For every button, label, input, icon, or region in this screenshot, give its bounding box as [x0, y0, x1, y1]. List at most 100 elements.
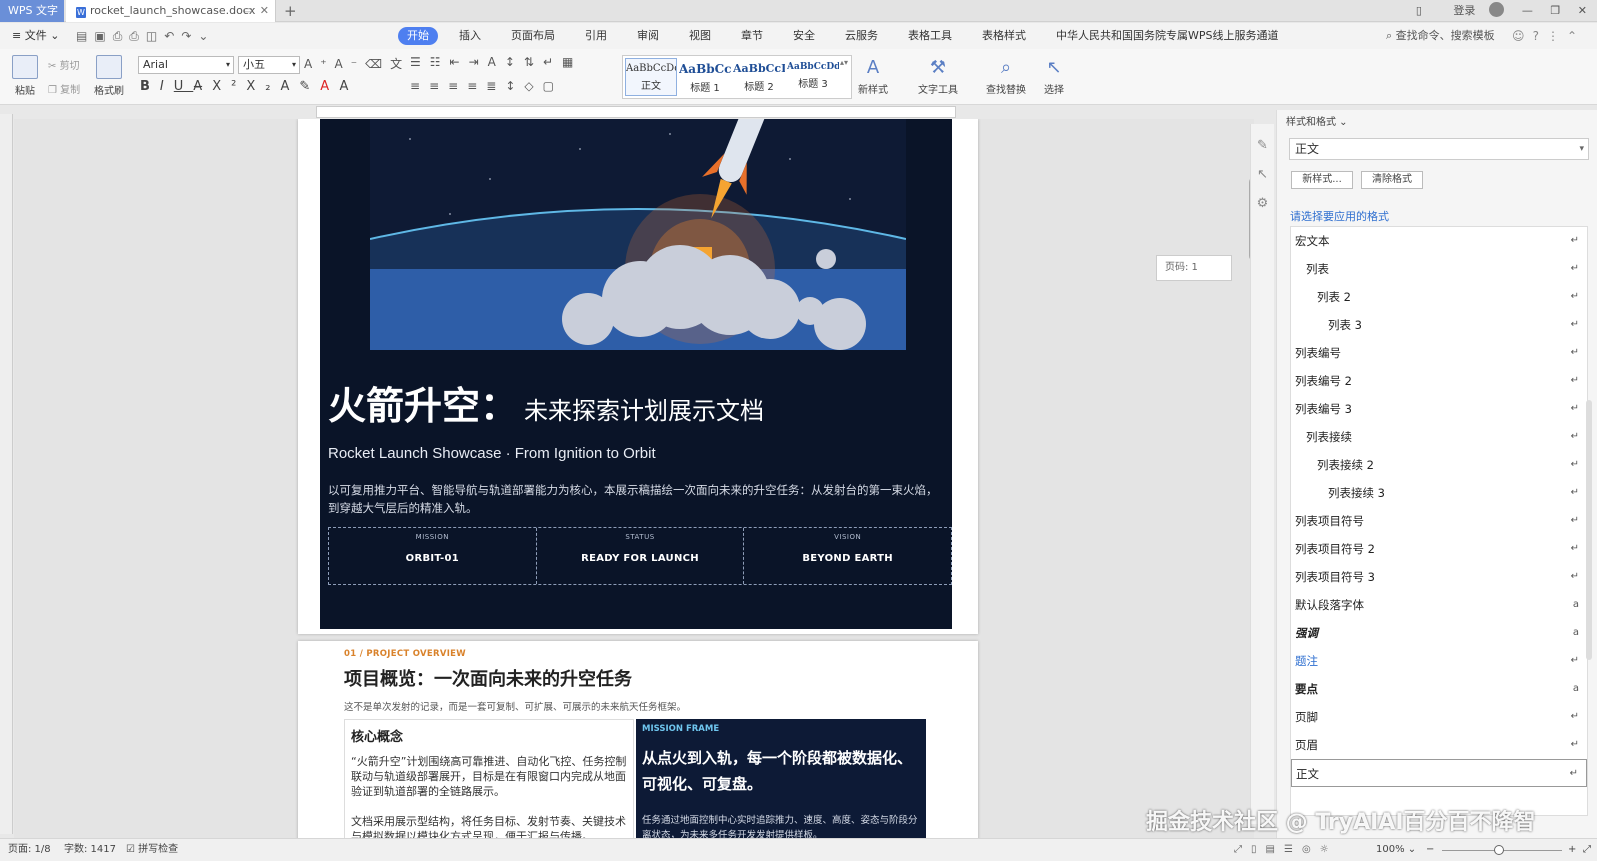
layout-icon[interactable]: ▯	[1416, 0, 1422, 22]
style-list-item[interactable]: 列表编号 ↵	[1291, 339, 1587, 367]
clear-format-button[interactable]: 清除格式	[1361, 171, 1423, 189]
grow-font-icon[interactable]: A⁺	[304, 57, 335, 71]
format-painter-button[interactable]: 格式刷	[92, 55, 126, 97]
open-icon[interactable]: ▤	[76, 29, 94, 43]
style-heading-2[interactable]: AaBbCcI 标题 2	[733, 58, 785, 96]
zoom-slider-knob[interactable]	[1494, 845, 1504, 855]
tab-window-icon[interactable]: ▭	[244, 0, 253, 22]
style-list-item[interactable]: 正文 ↵	[1291, 759, 1587, 787]
line-spacing-icon[interactable]: ↕	[505, 79, 524, 93]
page-1[interactable]: 火箭升空： 未来探索计划展示文档 Rocket Launch Showcase ·…	[298, 119, 978, 634]
underline-icon[interactable]: U	[174, 79, 194, 94]
minimize-icon[interactable]: —	[1522, 0, 1533, 22]
feedback-icon[interactable]: ☺	[1512, 29, 1533, 43]
tab-9[interactable]: 表格工具	[899, 27, 961, 45]
style-list-item[interactable]: 列表项目符号 ↵	[1291, 507, 1587, 535]
find-replace-button[interactable]: ⌕ 查找替换	[986, 55, 1026, 96]
export-icon[interactable]: ⎙	[113, 29, 130, 43]
sort-icon[interactable]: ⇅	[524, 55, 543, 69]
style-heading-1[interactable]: AaBbCc 标题 1	[679, 58, 731, 96]
eraser-icon[interactable]: ⌫	[365, 57, 390, 71]
tab-11[interactable]: 中华人民共和国国务院专属WPS线上服务通道	[1047, 27, 1288, 45]
tab-8[interactable]: 云服务	[836, 27, 887, 45]
tab-10[interactable]: 表格样式	[973, 27, 1035, 45]
style-list-item[interactable]: 宏文本 ↵	[1291, 227, 1587, 255]
tab-2[interactable]: 页面布局	[502, 27, 564, 45]
align-left-icon[interactable]: ≡	[410, 79, 429, 93]
indent-decrease-icon[interactable]: ⇤	[450, 55, 469, 69]
style-list-item[interactable]: 强调 a	[1291, 619, 1587, 647]
tab-6[interactable]: 章节	[732, 27, 772, 45]
web-view-icon[interactable]: ◎	[1302, 844, 1320, 855]
style-list-item[interactable]: 列表接续 3 ↵	[1291, 479, 1587, 507]
file-menu[interactable]: ≡ 文件 ⌄	[12, 23, 59, 49]
text-direction-icon[interactable]: A↕	[488, 55, 524, 69]
font-name-select[interactable]: Arial ▾	[138, 56, 234, 74]
horizontal-ruler[interactable]	[316, 106, 956, 118]
fullscreen-icon[interactable]: ⤢	[1234, 844, 1251, 855]
zoom-in-icon[interactable]: +	[1568, 839, 1576, 861]
bullets-icon[interactable]: ☰	[410, 55, 430, 69]
new-style-pane-button[interactable]: 新样式...	[1291, 171, 1353, 189]
style-list-item[interactable]: 页眉 ↵	[1291, 731, 1587, 759]
text-tools-button[interactable]: ⚒ 文字工具	[918, 55, 958, 96]
phonetic-icon[interactable]: 文	[390, 57, 410, 71]
select-button[interactable]: ↖ 选择	[1044, 55, 1064, 96]
distribute-icon[interactable]: ≣	[486, 79, 505, 93]
page-view-icon[interactable]: ▤	[1266, 844, 1284, 855]
align-right-icon[interactable]: ≡	[448, 79, 467, 93]
tab-5[interactable]: 视图	[680, 27, 720, 45]
style-list-item[interactable]: 列表项目符号 2 ↵	[1291, 535, 1587, 563]
save-icon[interactable]: ▣	[94, 29, 112, 43]
tab-7[interactable]: 安全	[784, 27, 824, 45]
preview-icon[interactable]: ◫	[146, 29, 164, 43]
outline-view-icon[interactable]: ☰	[1284, 844, 1302, 855]
bold-icon[interactable]: B	[140, 79, 160, 94]
pointer-icon[interactable]: ↖	[1251, 167, 1274, 182]
italic-icon[interactable]: I	[160, 79, 174, 94]
more-icon[interactable]: ⋮	[1547, 29, 1567, 43]
vertical-ruler[interactable]	[0, 114, 13, 834]
zoom-level[interactable]: 100% ⌄	[1376, 839, 1416, 861]
style-list-item[interactable]: 默认段落字体 a	[1291, 591, 1587, 619]
customize-icon[interactable]: ⌄	[198, 29, 215, 43]
tab-4[interactable]: 审阅	[628, 27, 668, 45]
copy-button[interactable]: ❐ 复制	[48, 81, 88, 96]
style-list-item[interactable]: 页脚 ↵	[1291, 703, 1587, 731]
print-icon[interactable]: ⎙	[129, 29, 146, 43]
table-grid-icon[interactable]: ▦	[562, 55, 582, 69]
subscript-icon[interactable]: X₂	[246, 79, 280, 94]
justify-icon[interactable]: ≡	[467, 79, 486, 93]
zoom-out-icon[interactable]: −	[1426, 839, 1434, 861]
style-list-item[interactable]: 列表 2 ↵	[1291, 283, 1587, 311]
style-list-item[interactable]: 要点 a	[1291, 675, 1587, 703]
styles-pane-title[interactable]: 样式和格式 ⌄	[1286, 113, 1348, 128]
style-heading-3[interactable]: AaBbCcDd 标题 3	[787, 58, 839, 96]
tab-0[interactable]: 开始	[398, 27, 438, 45]
tab-1[interactable]: 插入	[450, 27, 490, 45]
numbering-icon[interactable]: ☷	[430, 55, 450, 69]
style-list-item[interactable]: 列表项目符号 3 ↵	[1291, 563, 1587, 591]
style-normal[interactable]: AaBbCcDd 正文	[625, 58, 677, 96]
style-list-item[interactable]: 列表 ↵	[1291, 255, 1587, 283]
style-list-item[interactable]: 列表接续 2 ↵	[1291, 451, 1587, 479]
current-style-select[interactable]: 正文 ▾	[1289, 138, 1589, 160]
style-list-item[interactable]: 列表 3 ↵	[1291, 311, 1587, 339]
fit-page-icon[interactable]: ⤢	[1583, 839, 1591, 861]
char-shading-icon[interactable]: A	[340, 79, 359, 94]
superscript-icon[interactable]: X²	[212, 79, 246, 94]
document-canvas[interactable]: 火箭升空： 未来探索计划展示文档 Rocket Launch Showcase ·…	[14, 119, 1254, 839]
strikethrough-icon[interactable]: A̶	[193, 79, 212, 94]
word-count[interactable]: 字数: 1417	[64, 839, 116, 861]
new-tab-button[interactable]: +	[284, 0, 297, 22]
borders-icon[interactable]: ▢	[543, 79, 563, 93]
tab-3[interactable]: 引用	[576, 27, 616, 45]
eye-protection-icon[interactable]: ☼	[1320, 844, 1338, 855]
line-break-icon[interactable]: ↵	[543, 55, 562, 69]
spell-check[interactable]: ☑ 拼写检查	[126, 839, 178, 861]
new-style-button[interactable]: A 新样式	[858, 55, 888, 96]
settings-icon[interactable]: ⚙	[1251, 196, 1274, 211]
shading-icon[interactable]: ◇	[524, 79, 542, 93]
font-color-icon[interactable]: A	[320, 79, 339, 94]
highlight-icon[interactable]: ✎	[299, 79, 320, 94]
